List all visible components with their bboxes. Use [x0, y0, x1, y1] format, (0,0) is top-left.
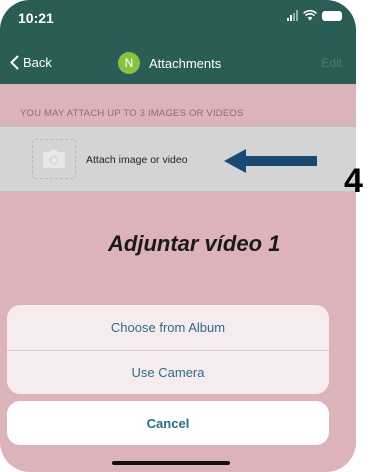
edit-button[interactable]: Edit: [321, 56, 342, 70]
attachments-caption: YOU MAY ATTACH UP TO 3 IMAGES OR VIDEOS: [20, 108, 244, 119]
annotation-arrow-icon: [224, 149, 317, 173]
camera-icon: [43, 150, 65, 168]
chevron-left-icon: [10, 55, 19, 70]
back-button[interactable]: Back: [10, 55, 52, 70]
video-caption-overlay: Adjuntar vídeo 1: [108, 231, 281, 256]
home-indicator: [112, 461, 230, 465]
navigation-bar: Back N Attachments Edit: [0, 44, 356, 84]
status-time: 10:21: [18, 10, 54, 26]
cancel-button[interactable]: Cancel: [7, 401, 329, 445]
phone-screen: 10:21 Back N Attachments Edit YOU MAY AT…: [0, 0, 356, 472]
status-bar: 10:21: [0, 0, 356, 44]
use-camera-button[interactable]: Use Camera: [7, 349, 329, 395]
choose-from-album-button[interactable]: Choose from Album: [7, 305, 329, 350]
avatar: N: [118, 52, 140, 74]
status-icons: [287, 10, 342, 21]
photo-placeholder: [32, 139, 76, 179]
nav-title-group: N Attachments: [118, 52, 221, 74]
attach-image-or-video-row[interactable]: Attach image or video: [0, 126, 356, 192]
wifi-icon: [303, 10, 317, 21]
attach-label: Attach image or video: [86, 154, 188, 166]
cellular-signal-icon: [287, 10, 298, 21]
step-number: 4: [344, 162, 363, 200]
page-title: Attachments: [149, 55, 222, 71]
back-label: Back: [23, 55, 52, 70]
action-sheet-options: Choose from Album Use Camera: [7, 305, 329, 394]
battery-icon: [322, 10, 342, 21]
